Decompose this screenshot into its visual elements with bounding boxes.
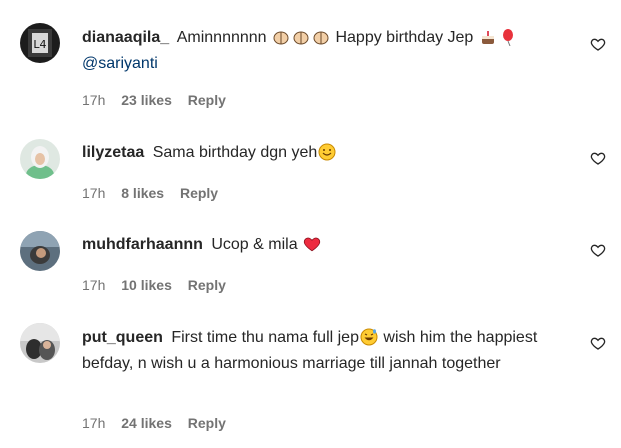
comment-body: put_queen First time thu nama full jep w…	[82, 327, 562, 375]
like-heart-icon[interactable]	[590, 242, 606, 258]
comment-time[interactable]: 17h	[82, 415, 105, 431]
like-heart-icon[interactable]	[590, 150, 606, 166]
comment-meta: 17h 23 likes Reply	[82, 91, 238, 109]
avatar[interactable]	[20, 139, 60, 179]
comment-text: Ucop & mila	[211, 236, 298, 253]
reply-button[interactable]: Reply	[180, 185, 218, 201]
comment-username[interactable]: muhdfarhaannn	[82, 236, 203, 253]
birthday-cake-icon	[479, 28, 497, 53]
comment-username[interactable]: dianaaqila_	[82, 29, 169, 46]
avatar[interactable]	[20, 323, 60, 363]
folded-hands-icon	[312, 28, 330, 53]
comment-meta: 17h 10 likes Reply	[82, 276, 238, 294]
comment-time[interactable]: 17h	[82, 185, 105, 201]
comment-text: Aminnnnnnn	[176, 29, 267, 46]
comment-body: lilyzetaa Sama birthday dgn yeh	[82, 142, 562, 168]
comment-body: dianaaqila_ Aminnnnnnn Happy birthday Je…	[82, 27, 562, 75]
smiling-face-icon	[318, 143, 336, 168]
comment-meta: 17h 24 likes Reply	[82, 414, 238, 432]
reply-button[interactable]: Reply	[188, 277, 226, 293]
folded-hands-icon	[272, 28, 290, 53]
comment-meta: 17h 8 likes Reply	[82, 184, 230, 202]
comment-likes[interactable]: 23 likes	[121, 92, 172, 108]
avatar[interactable]: L4	[20, 23, 60, 63]
comment-likes[interactable]: 8 likes	[121, 185, 164, 201]
comment-time[interactable]: 17h	[82, 92, 105, 108]
comment-text: Sama birthday dgn yeh	[152, 144, 318, 161]
comment-likes[interactable]: 24 likes	[121, 415, 172, 431]
like-heart-icon[interactable]	[590, 335, 606, 351]
reply-button[interactable]: Reply	[188, 415, 226, 431]
comment-text: Happy birthday Jep	[335, 29, 474, 46]
comment-username[interactable]: put_queen	[82, 329, 163, 346]
folded-hands-icon	[292, 28, 310, 53]
balloon-icon	[499, 28, 517, 53]
grinning-sweat-face-icon	[360, 328, 378, 353]
comment-username[interactable]: lilyzetaa	[82, 144, 144, 161]
comment-likes[interactable]: 10 likes	[121, 277, 172, 293]
reply-button[interactable]: Reply	[188, 92, 226, 108]
like-heart-icon[interactable]	[590, 36, 606, 52]
svg-text:L4: L4	[33, 38, 46, 51]
comments-list: L4 dianaaqila_ Aminnnnnnn Happy birthday…	[0, 0, 621, 448]
red-heart-icon	[303, 235, 321, 260]
comment-mention[interactable]: @sariyanti	[82, 55, 158, 72]
comment-time[interactable]: 17h	[82, 277, 105, 293]
comment-body: muhdfarhaannn Ucop & mila	[82, 234, 562, 260]
comment-text: First time thu nama full jep	[171, 329, 359, 346]
avatar[interactable]	[20, 231, 60, 271]
